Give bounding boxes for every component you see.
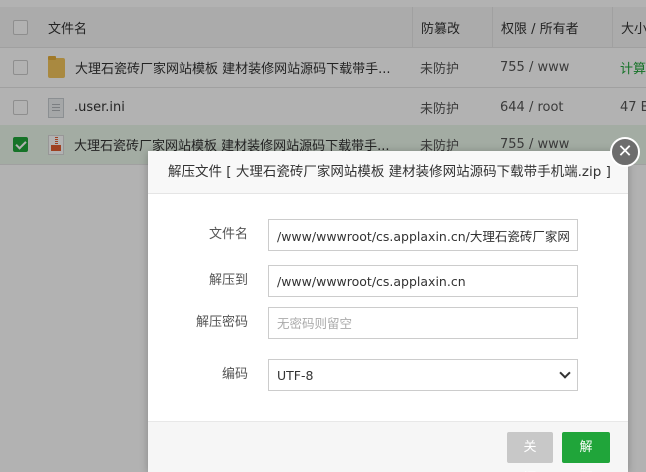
- filename-row: 文件名: [148, 219, 628, 251]
- encoding-value: UTF-8: [277, 367, 314, 383]
- close-button[interactable]: 关闭: [507, 432, 553, 472]
- dest-path-input[interactable]: [268, 265, 578, 297]
- dest-label: 解压到: [208, 273, 248, 288]
- dialog-footer: 关闭 解压: [148, 421, 628, 472]
- password-label: 解压密码: [195, 315, 248, 330]
- extract-button[interactable]: 解压: [562, 432, 610, 472]
- encoding-row: 编码 UTF-8: [148, 359, 628, 391]
- encoding-label: 编码: [221, 367, 248, 382]
- chevron-down-icon: [559, 367, 571, 379]
- dest-row: 解压到: [148, 265, 628, 297]
- close-icon[interactable]: ✕: [610, 137, 640, 167]
- filename-label: 文件名: [208, 227, 248, 242]
- filename-input[interactable]: [268, 219, 578, 251]
- password-row: 解压密码: [148, 307, 628, 339]
- extract-dialog: 解压文件 [ 大理石瓷砖厂家网站模板 建材装修网站源码下载带手机端.zip ] …: [148, 151, 628, 472]
- password-input[interactable]: [268, 307, 578, 339]
- dialog-title: 解压文件 [ 大理石瓷砖厂家网站模板 建材装修网站源码下载带手机端.zip ]: [148, 151, 628, 194]
- encoding-select[interactable]: UTF-8: [268, 359, 578, 391]
